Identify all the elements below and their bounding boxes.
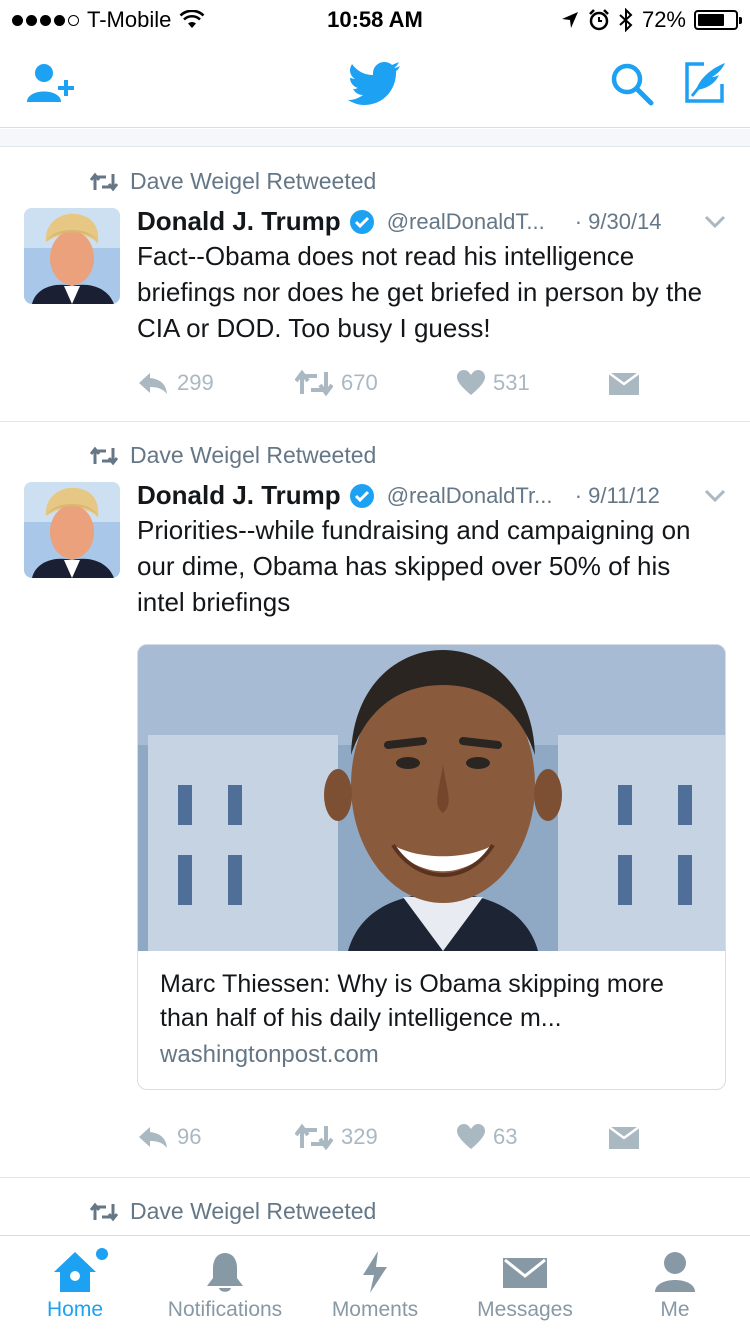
tweet-header: Donald J. Trump @realDonaldT... · 9/30/1… <box>137 206 726 237</box>
search-button[interactable] <box>610 62 654 111</box>
tab-moments[interactable]: Moments <box>300 1236 450 1334</box>
envelope-icon <box>609 1125 639 1149</box>
author-handle[interactable]: @realDonaldTr... <box>387 483 567 509</box>
tweet[interactable]: Dave Weigel Retweeted Donald J. Trump @r… <box>0 422 750 1178</box>
retweet-icon <box>90 1202 118 1221</box>
author-handle[interactable]: @realDonaldT... <box>387 209 567 235</box>
chevron-down-icon[interactable] <box>704 215 726 229</box>
tweet[interactable]: Dave Weigel Retweeted Donald J. Trump @r… <box>0 148 750 422</box>
twitter-bird-icon <box>348 62 400 105</box>
card-title: Marc Thiessen: Why is Obama skipping mor… <box>160 970 664 1032</box>
reply-button[interactable]: 96 <box>137 1124 295 1150</box>
tab-messages[interactable]: Messages <box>450 1236 600 1334</box>
retweet-icon <box>295 1124 333 1150</box>
person-icon <box>655 1252 695 1292</box>
retweet-count: 329 <box>341 1124 378 1149</box>
author-name[interactable]: Donald J. Trump <box>137 206 341 237</box>
heart-icon <box>457 370 485 395</box>
reply-icon <box>139 373 167 394</box>
tab-label: Messages <box>477 1298 573 1321</box>
tweet[interactable]: Dave Weigel Retweeted <box>0 1178 750 1238</box>
reply-icon <box>139 1127 167 1148</box>
bluetooth-icon <box>619 8 633 32</box>
status-right: 72% <box>560 7 742 33</box>
home-icon <box>54 1252 96 1292</box>
retweeted-by-label: Dave Weigel Retweeted <box>130 168 377 194</box>
tab-home[interactable]: Home <box>0 1236 150 1334</box>
retweet-icon <box>295 370 333 396</box>
avatar[interactable] <box>24 208 120 304</box>
add-user-icon <box>27 64 74 102</box>
wifi-icon <box>179 10 205 28</box>
like-count: 63 <box>493 1124 518 1149</box>
retweet-count: 670 <box>341 370 378 395</box>
link-card[interactable]: Marc Thiessen: Why is Obama skipping mor… <box>137 644 726 1090</box>
reply-count: 299 <box>177 370 214 395</box>
add-user-button[interactable] <box>26 62 78 111</box>
status-left: T-Mobile <box>12 7 205 33</box>
compose-icon <box>685 62 725 103</box>
lightning-icon <box>363 1251 387 1293</box>
retweet-icon <box>90 172 118 191</box>
tab-me[interactable]: Me <box>600 1236 750 1334</box>
envelope-icon <box>503 1258 547 1288</box>
alarm-icon <box>589 9 609 31</box>
top-nav-bar <box>0 40 750 128</box>
bottom-tab-bar: Home Notifications Moments Messages Me <box>0 1235 750 1334</box>
card-body: Marc Thiessen: Why is Obama skipping mor… <box>138 951 725 1089</box>
retweeted-by-label: Dave Weigel Retweeted <box>130 442 377 468</box>
like-count: 531 <box>493 370 530 395</box>
retweet-icon <box>90 446 118 465</box>
envelope-icon <box>609 371 639 395</box>
retweet-context: Dave Weigel Retweeted <box>90 168 376 195</box>
retweeted-by-label: Dave Weigel Retweeted <box>130 1198 377 1224</box>
tab-label: Notifications <box>167 1298 283 1321</box>
retweet-button[interactable]: 329 <box>295 1124 457 1150</box>
carrier-label: T-Mobile <box>87 7 172 32</box>
battery-icon <box>694 10 742 30</box>
direct-message-button[interactable] <box>609 1125 639 1149</box>
tab-label: Moments <box>331 1298 419 1321</box>
bell-icon <box>207 1253 243 1292</box>
twitter-logo[interactable] <box>348 60 402 111</box>
card-domain: washingtonpost.com <box>160 1041 379 1068</box>
like-button[interactable]: 63 <box>457 1124 609 1150</box>
tab-notifications[interactable]: Notifications <box>150 1236 300 1334</box>
reply-count: 96 <box>177 1124 202 1149</box>
status-bar: T-Mobile 10:58 AM 72% <box>0 0 750 40</box>
tweet-text: Priorities--while fundraising and campai… <box>137 515 691 617</box>
search-icon <box>611 63 654 106</box>
tweet-actions: 299 670 531 <box>137 370 639 396</box>
tweet-text: Fact--Obama does not read his intelligen… <box>137 241 703 343</box>
retweet-button[interactable]: 670 <box>295 370 457 396</box>
tab-label: Me <box>660 1298 690 1321</box>
tweet-date[interactable]: · 9/30/14 <box>575 209 662 235</box>
author-name[interactable]: Donald J. Trump <box>137 480 341 511</box>
compose-button[interactable] <box>684 60 728 109</box>
reply-button[interactable]: 299 <box>137 370 295 396</box>
like-button[interactable]: 531 <box>457 370 609 396</box>
tab-label: Home <box>46 1298 104 1321</box>
new-content-dot <box>96 1248 108 1260</box>
heart-icon <box>457 1124 485 1149</box>
avatar[interactable] <box>24 482 120 578</box>
direct-message-button[interactable] <box>609 371 639 395</box>
location-arrow-icon <box>561 12 578 28</box>
tweet-date[interactable]: · 9/11/12 <box>575 483 660 509</box>
timeline-separator <box>0 129 750 147</box>
chevron-down-icon[interactable] <box>704 489 726 503</box>
battery-percent: 72% <box>641 7 686 32</box>
tweet-header: Donald J. Trump @realDonaldTr... · 9/11/… <box>137 480 726 511</box>
card-image <box>138 645 725 951</box>
tweet-actions: 96 329 63 <box>137 1124 639 1150</box>
verified-badge-icon <box>349 483 374 508</box>
signal-strength-icon <box>12 14 79 26</box>
retweet-context: Dave Weigel Retweeted <box>90 1198 376 1225</box>
verified-badge-icon <box>349 209 374 234</box>
retweet-context: Dave Weigel Retweeted <box>90 442 376 469</box>
home-timeline: Dave Weigel Retweeted Donald J. Trump @r… <box>0 148 750 1238</box>
